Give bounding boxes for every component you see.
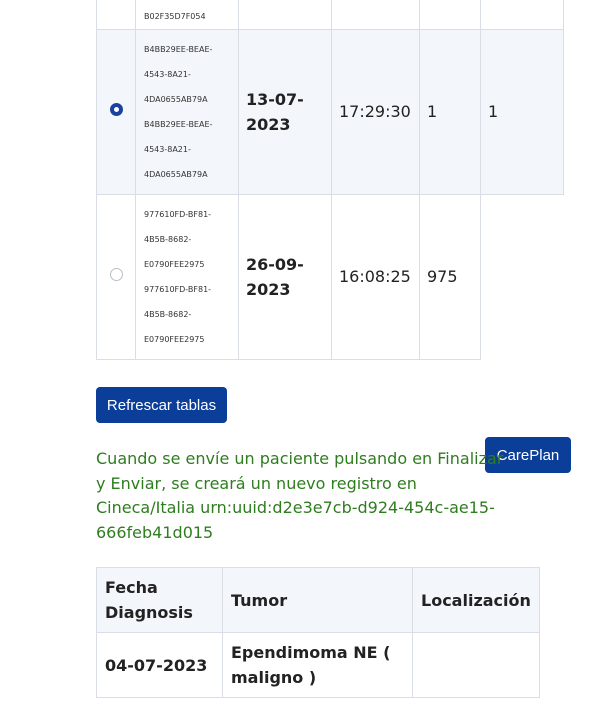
count-cell: 1 [419, 29, 481, 195]
header-tumor: Tumor [222, 567, 413, 633]
diagnosis-tumor: Ependimoma NE ( maligno ) [222, 632, 413, 698]
date-cell: 13-07- 2023 [238, 29, 332, 195]
diagnosis-date: 04-07-2023 [96, 632, 223, 698]
table-row[interactable]: B4BB29EE-BEAE- 4543-8A21- 4DA0655AB79A B… [96, 29, 564, 195]
radio-cell [96, 29, 136, 195]
episodes-table: B02F35D7F054 B4BB29EE-BEAE- 4543-8A21- 4… [96, 0, 564, 360]
episode-date: 26-09- 2023 [246, 255, 304, 299]
radio-cell [96, 194, 136, 360]
table-row: B02F35D7F054 [96, 0, 564, 30]
episode-id-text: B4BB29EE-BEAE- 4543-8A21- 4DA0655AB79A B… [144, 45, 213, 179]
info-message: Cuando se envíe un paciente pulsando en … [96, 449, 504, 542]
header-localizacion: Localización [412, 567, 540, 633]
diagnosis-localizacion [412, 632, 540, 698]
episode-time: 17:29:30 [339, 102, 411, 121]
episode-id-text: B02F35D7F054 [144, 12, 206, 21]
radio-cell [96, 0, 136, 30]
empty-cell [480, 194, 564, 360]
id-cell: 977610FD-BF81- 4B5B-8682- E0790FEE2975 9… [135, 194, 239, 360]
time-cell: 16:08:25 [331, 194, 420, 360]
refresh-tables-button[interactable]: Refrescar tablas [96, 387, 227, 423]
diagnosis-table: Fecha Diagnosis Tumor Localización 04-07… [96, 567, 540, 698]
episode-id-text: 977610FD-BF81- 4B5B-8682- E0790FEE2975 9… [144, 210, 212, 344]
table-row[interactable]: 977610FD-BF81- 4B5B-8682- E0790FEE2975 9… [96, 194, 564, 360]
episode-col4: 1 [427, 102, 438, 121]
episode-radio-selected[interactable] [109, 103, 123, 116]
episode-col4: 975 [427, 267, 458, 286]
table-header-row: Fecha Diagnosis Tumor Localización [96, 567, 540, 633]
episode-date: 13-07- 2023 [246, 90, 304, 134]
time-cell [331, 0, 420, 30]
episode-time: 16:08:25 [339, 267, 411, 286]
episode-radio[interactable] [109, 268, 123, 281]
header-fecha-diagnosis: Fecha Diagnosis [96, 567, 223, 633]
id-cell: B02F35D7F054 [135, 0, 239, 30]
date-cell: 26-09- 2023 [238, 194, 332, 360]
extra-cell: 1 [480, 29, 564, 195]
extra-cell [480, 0, 564, 30]
count-cell: 975 [419, 194, 481, 360]
table-row: 04-07-2023 Ependimoma NE ( maligno ) [96, 632, 540, 698]
date-cell [238, 0, 332, 30]
episode-col5: 1 [488, 102, 499, 121]
count-cell [419, 0, 481, 30]
id-cell: B4BB29EE-BEAE- 4543-8A21- 4DA0655AB79A B… [135, 29, 239, 195]
time-cell: 17:29:30 [331, 29, 420, 195]
